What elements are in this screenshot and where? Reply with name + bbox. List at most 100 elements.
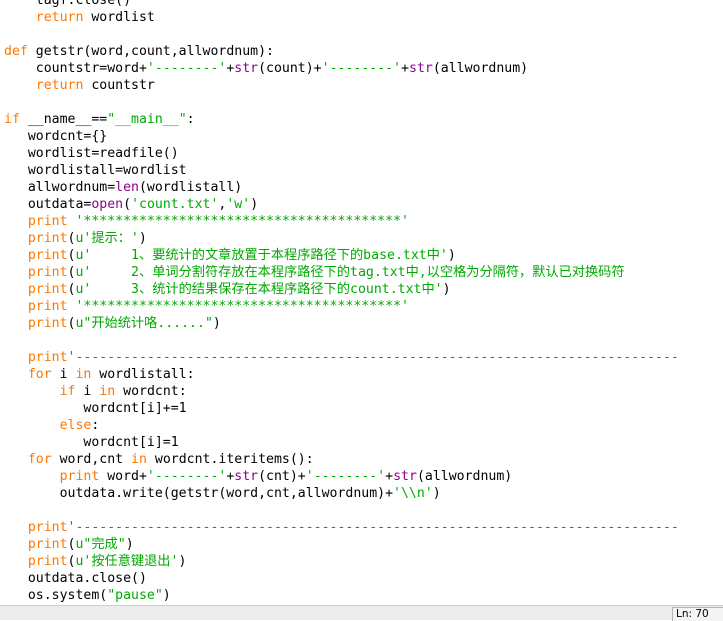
code-line[interactable]: wordcnt={} bbox=[4, 128, 679, 145]
code-line[interactable]: if i in wordcnt: bbox=[4, 383, 679, 400]
code-line[interactable]: else: bbox=[4, 417, 679, 434]
code-line[interactable]: if __name__=="__main__": bbox=[4, 111, 679, 128]
code-token: else bbox=[4, 418, 92, 433]
code-token: : bbox=[91, 418, 100, 433]
code-token: u' 2、单词分割符存放在本程序路径下的tag.txt中,以空格为分隔符，默认已… bbox=[75, 265, 625, 280]
code-token: "__main__" bbox=[107, 112, 187, 127]
code-token: os.system( bbox=[4, 588, 108, 603]
code-token: ( bbox=[123, 197, 132, 212]
code-token: ) bbox=[138, 231, 147, 246]
code-line[interactable]: return wordlist bbox=[4, 9, 679, 26]
code-token: print bbox=[4, 265, 68, 280]
code-token: outdata.write(getstr(word,cnt,allwordnum… bbox=[4, 486, 394, 501]
code-line[interactable]: os.system("pause") bbox=[4, 587, 679, 604]
code-text[interactable]: tagf.close() return wordlist def getstr(w… bbox=[4, 0, 679, 604]
code-token: i bbox=[75, 384, 100, 399]
code-line[interactable]: print'----------------------------------… bbox=[4, 519, 679, 536]
code-line[interactable] bbox=[4, 332, 679, 349]
code-line[interactable]: print'----------------------------------… bbox=[4, 349, 679, 366]
code-token: print bbox=[4, 299, 68, 314]
code-token: allwordnum= bbox=[4, 180, 116, 195]
code-line[interactable]: wordlist=readfile() bbox=[4, 145, 679, 162]
code-token: u' 1、要统计的文章放置于本程序路径下的base.txt中' bbox=[75, 248, 448, 263]
code-token: '***************************************… bbox=[75, 299, 409, 314]
code-token: for bbox=[4, 367, 52, 382]
code-token: + bbox=[401, 61, 409, 76]
code-token: str bbox=[234, 61, 259, 76]
code-token: wordlistall=wordlist bbox=[4, 163, 187, 178]
code-line[interactable] bbox=[4, 94, 679, 111]
code-token: '--------' bbox=[146, 469, 227, 484]
code-token: print bbox=[4, 248, 68, 263]
code-token: '--------' bbox=[146, 61, 227, 76]
status-bar: Ln: 70 bbox=[0, 605, 723, 621]
code-token: return bbox=[4, 78, 84, 93]
code-token: u'按任意键退出' bbox=[75, 554, 179, 569]
code-line[interactable]: print(u' 2、单词分割符存放在本程序路径下的tag.txt中,以空格为分… bbox=[4, 264, 679, 281]
code-token: countstr=word+ bbox=[4, 61, 147, 76]
code-line[interactable]: return countstr bbox=[4, 77, 679, 94]
code-line[interactable]: print '*********************************… bbox=[4, 213, 679, 230]
code-line[interactable]: wordcnt[i]=1 bbox=[4, 434, 679, 451]
code-token: wordlist=readfile() bbox=[4, 146, 179, 161]
code-token: in bbox=[99, 384, 116, 399]
code-token: wordcnt.iteritems(): bbox=[146, 452, 314, 467]
code-token: str bbox=[393, 469, 417, 484]
code-token: wordcnt[i]+=1 bbox=[4, 401, 187, 416]
code-token: print bbox=[4, 469, 100, 484]
code-token: print bbox=[4, 350, 68, 365]
code-line[interactable]: print(u"完成") bbox=[4, 536, 679, 553]
code-token: 'count.txt' bbox=[131, 197, 219, 212]
code-line[interactable]: countstr=word+'--------'+str(count)+'---… bbox=[4, 60, 679, 77]
code-line[interactable]: print(u' 3、统计的结果保存在本程序路径下的count.txt中') bbox=[4, 281, 679, 298]
code-line[interactable]: outdata.close() bbox=[4, 570, 679, 587]
code-line[interactable]: wordcnt[i]+=1 bbox=[4, 400, 679, 417]
code-token: len bbox=[115, 180, 139, 195]
code-token: print bbox=[4, 537, 68, 552]
code-token: in bbox=[131, 452, 147, 467]
code-token: (allwordnum) bbox=[432, 61, 529, 76]
code-token: (wordlistall) bbox=[138, 180, 243, 195]
code-line[interactable]: allwordnum=len(wordlistall) bbox=[4, 179, 679, 196]
code-token: + bbox=[385, 469, 394, 484]
code-token: u'提示：' bbox=[75, 231, 139, 246]
code-token: if bbox=[4, 384, 76, 399]
code-token: wordlist bbox=[83, 10, 155, 25]
code-line[interactable]: print(u' 1、要统计的文章放置于本程序路径下的base.txt中') bbox=[4, 247, 679, 264]
code-token: print bbox=[4, 520, 68, 535]
code-line[interactable]: outdata.write(getstr(word,cnt,allwordnum… bbox=[4, 485, 679, 502]
code-line[interactable]: def getstr(word,count,allwordnum): bbox=[4, 43, 679, 60]
code-token: '---------------------------------------… bbox=[67, 520, 679, 535]
code-token: str bbox=[234, 469, 259, 484]
code-line[interactable]: tagf.close() bbox=[4, 0, 679, 9]
code-line[interactable]: for i in wordlistall: bbox=[4, 366, 679, 383]
code-line[interactable]: print '*********************************… bbox=[4, 298, 679, 315]
code-line[interactable]: print(u'按任意键退出') bbox=[4, 553, 679, 570]
code-line[interactable]: for word,cnt in wordcnt.iteritems(): bbox=[4, 451, 679, 468]
code-line[interactable]: wordlistall=wordlist bbox=[4, 162, 679, 179]
code-token: '---------------------------------------… bbox=[67, 350, 679, 365]
code-token: getstr(word,count,allwordnum): bbox=[27, 44, 274, 59]
code-token: wordcnt={} bbox=[4, 129, 108, 144]
code-token: for bbox=[4, 452, 52, 467]
code-token: i bbox=[51, 367, 76, 382]
code-line[interactable] bbox=[4, 502, 679, 519]
code-token: ) bbox=[442, 282, 451, 297]
code-token: print bbox=[4, 316, 68, 331]
code-line[interactable]: print word+'--------'+str(cnt)+'--------… bbox=[4, 468, 679, 485]
code-line[interactable]: outdata=open('count.txt','w') bbox=[4, 196, 679, 213]
code-token: in bbox=[75, 367, 92, 382]
code-token: ) bbox=[125, 537, 134, 552]
code-token: tagf.close() bbox=[4, 0, 132, 8]
code-editor[interactable]: tagf.close() return wordlist def getstr(w… bbox=[0, 0, 723, 605]
code-line[interactable]: print(u"开始统计咯......") bbox=[4, 315, 679, 332]
code-token: ) bbox=[212, 316, 221, 331]
code-token: print bbox=[4, 282, 68, 297]
code-line[interactable]: print(u'提示：') bbox=[4, 230, 679, 247]
code-token: 'w' bbox=[226, 197, 251, 212]
code-line[interactable] bbox=[4, 26, 679, 43]
code-token: ) bbox=[162, 588, 171, 603]
code-token: wordcnt[i]=1 bbox=[4, 435, 179, 450]
code-token: word,cnt bbox=[51, 452, 132, 467]
code-token: print bbox=[4, 554, 68, 569]
